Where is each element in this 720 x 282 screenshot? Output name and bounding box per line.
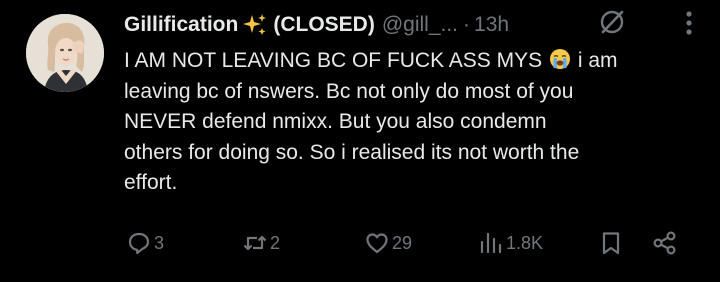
action-bar: 3 2 29 1.8K bbox=[0, 226, 720, 260]
tweet-text-line: effort. bbox=[124, 171, 178, 194]
status-tag[interactable]: (CLOSED) bbox=[273, 13, 375, 37]
reply-icon bbox=[128, 232, 150, 255]
tweet-text-line: I AM NOT LEAVING BC OF FUCK ASS MYS i am bbox=[124, 46, 704, 77]
more-icon[interactable] bbox=[676, 10, 702, 36]
display-name[interactable]: Gillification bbox=[124, 13, 238, 37]
reply-button[interactable]: 3 bbox=[126, 226, 164, 260]
share-button[interactable] bbox=[652, 226, 678, 260]
tweet-text-line: leaving bc of nswers. Bc not only do mos… bbox=[124, 79, 574, 103]
avatar[interactable] bbox=[26, 14, 104, 92]
loudly-crying-face-emoji bbox=[549, 48, 571, 70]
user-handle[interactable]: @gill_... bbox=[382, 13, 458, 37]
views-count: 1.8K bbox=[506, 232, 544, 253]
tweet-text-segment: i am bbox=[577, 49, 618, 72]
repost-button[interactable]: 2 bbox=[242, 226, 280, 260]
tweet-text-line: others for doing so. So i realised its n… bbox=[124, 140, 580, 164]
views-button[interactable]: 1.8K bbox=[478, 226, 543, 260]
sparkles-emoji bbox=[243, 13, 267, 37]
repost-count: 2 bbox=[270, 232, 281, 253]
separator-dot: · bbox=[463, 13, 471, 36]
like-button[interactable]: 29 bbox=[364, 226, 412, 260]
avatar-image bbox=[26, 14, 104, 92]
reply-count: 3 bbox=[154, 232, 165, 253]
like-count: 29 bbox=[392, 232, 413, 253]
tweet-header: Gillification (CLOSED) @gill_... · 13h bbox=[124, 10, 509, 40]
share-icon bbox=[653, 231, 676, 255]
tweet-text: I AM NOT LEAVING BC OF FUCK ASS MYS i am… bbox=[124, 46, 704, 199]
repost-icon bbox=[243, 235, 267, 251]
bookmark-icon bbox=[602, 232, 620, 255]
grok-icon[interactable] bbox=[598, 8, 626, 36]
bookmark-button[interactable] bbox=[598, 226, 624, 260]
timestamp[interactable]: 13h bbox=[474, 13, 509, 37]
heart-icon bbox=[366, 233, 388, 254]
tweet-text-segment: I AM NOT LEAVING BC OF FUCK ASS MYS bbox=[124, 49, 543, 72]
tweet[interactable]: Gillification (CLOSED) @gill_... · 13h I… bbox=[0, 0, 720, 282]
tweet-text-line: NEVER defend nmixx. But you also condemn bbox=[124, 110, 547, 133]
views-icon bbox=[480, 232, 502, 254]
